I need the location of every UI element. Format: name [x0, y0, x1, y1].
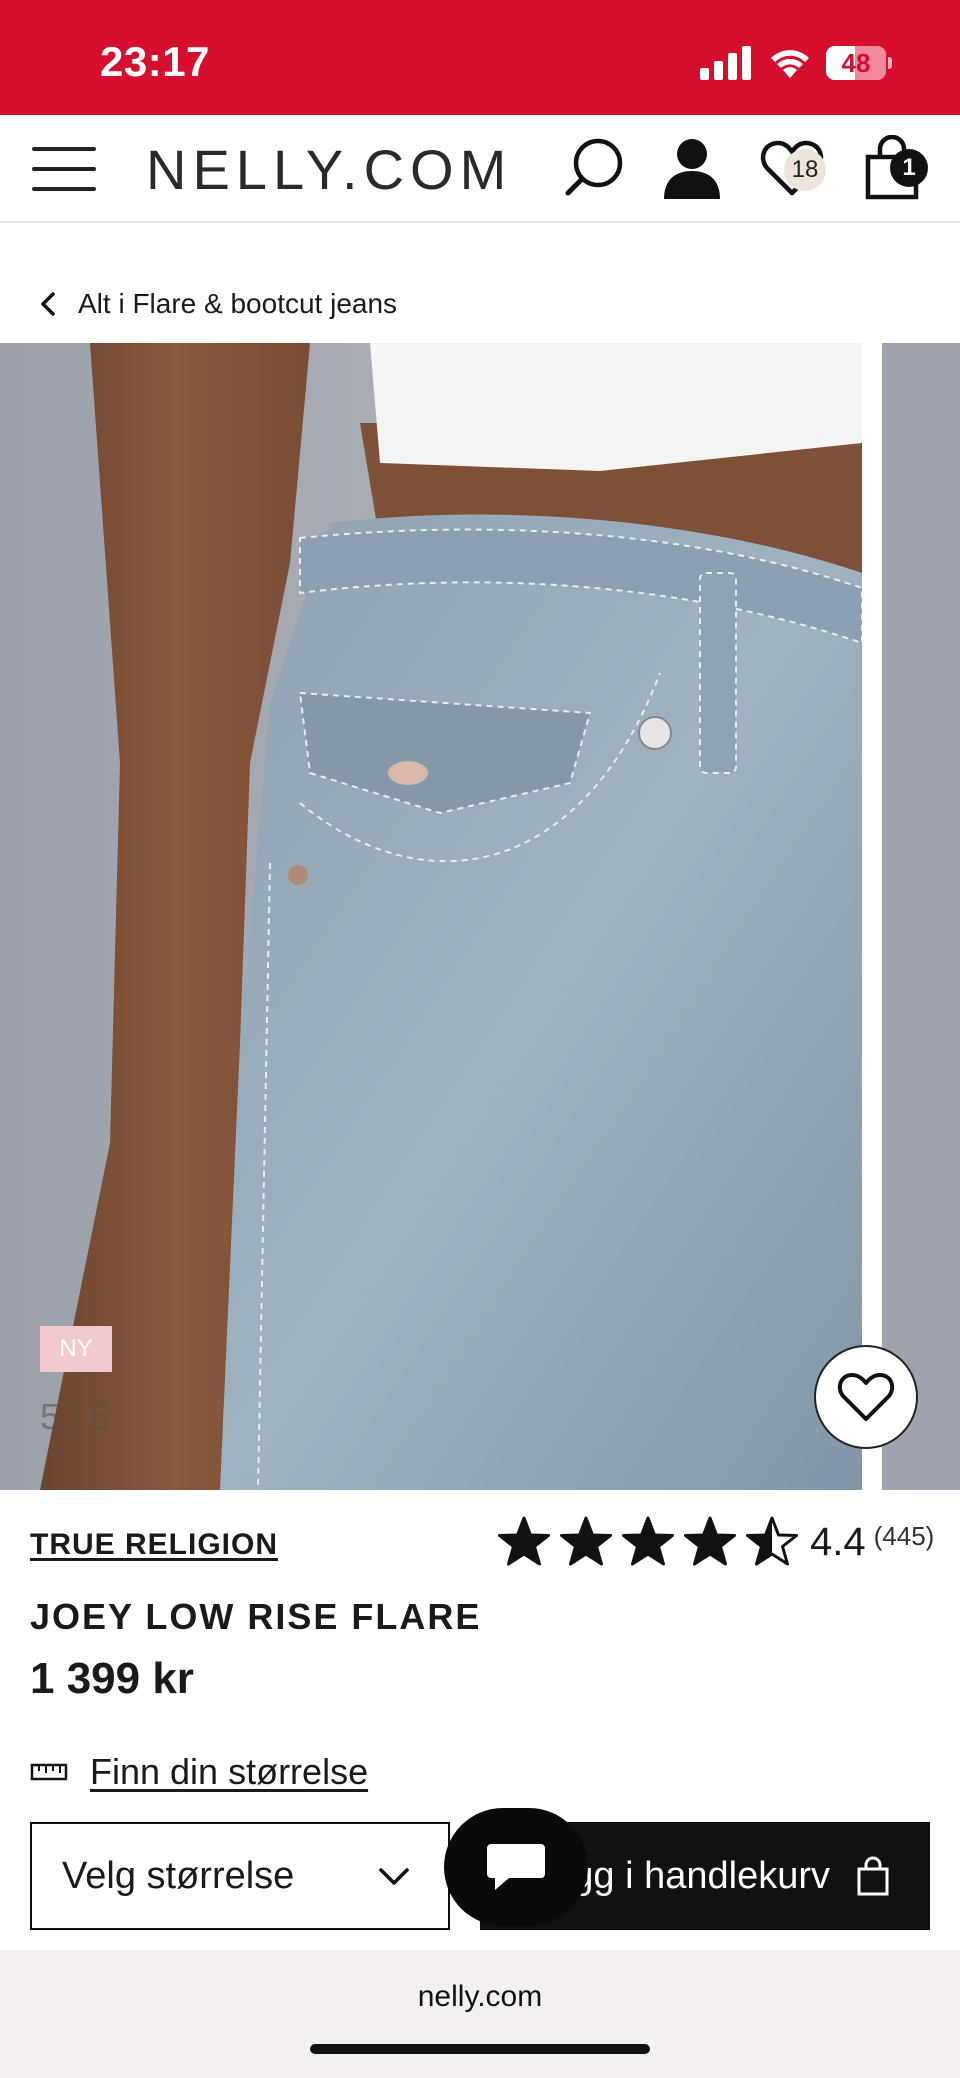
- rating-stars: [496, 1515, 800, 1569]
- star-full-icon: [560, 1516, 612, 1566]
- image-counter: 5 / 6: [40, 1396, 111, 1437]
- product-name: JOEY LOW RISE FLARE: [30, 1596, 482, 1637]
- star-full-icon: [622, 1516, 674, 1566]
- heart-icon: [837, 1373, 895, 1421]
- add-to-wishlist-button[interactable]: [814, 1345, 918, 1449]
- new-badge: NY: [40, 1326, 112, 1372]
- status-time: 23:17: [100, 38, 210, 85]
- rating-value: 4.4: [810, 1519, 866, 1564]
- battery-icon: 48: [826, 46, 892, 80]
- breadcrumb[interactable]: Alt i Flare & bootcut jeans: [38, 284, 397, 324]
- wifi-icon: [771, 50, 809, 78]
- product-photo: [0, 343, 862, 1490]
- status-bar: 23:17 48: [0, 0, 960, 115]
- product-image[interactable]: [0, 343, 862, 1490]
- cellular-signal-icon: [700, 46, 751, 80]
- site-header: NELLY.COM 18 1: [0, 115, 960, 223]
- menu-icon[interactable]: [32, 145, 96, 193]
- chevron-left-icon: [41, 292, 55, 316]
- ruler-icon: [30, 1763, 68, 1781]
- wishlist-count-badge: 18: [784, 149, 826, 191]
- browser-address-bar[interactable]: nelly.com: [0, 1950, 960, 2078]
- rating-count: (445): [873, 1520, 935, 1551]
- size-select[interactable]: Velg størrelse: [30, 1822, 450, 1930]
- browser-url[interactable]: nelly.com: [0, 1980, 960, 2014]
- next-product-image[interactable]: [882, 343, 960, 1490]
- size-select-label: Velg størrelse: [62, 1854, 295, 1897]
- chat-bubble-icon: [487, 1844, 545, 1890]
- shopping-bag-icon: [857, 1856, 889, 1896]
- chat-support-button[interactable]: [444, 1808, 588, 1926]
- star-full-icon: [684, 1516, 736, 1566]
- account-icon[interactable]: [660, 135, 724, 201]
- size-guide-label: Finn din størrelse: [90, 1751, 369, 1792]
- chevron-down-icon: [379, 1868, 409, 1885]
- cart-count-badge: 1: [890, 149, 928, 187]
- breadcrumb-label: Alt i Flare & bootcut jeans: [78, 288, 398, 319]
- product-price: 1 399 kr: [30, 1654, 194, 1703]
- product-brand-link[interactable]: TRUE RELIGION: [30, 1528, 278, 1562]
- star-full-icon: [498, 1516, 550, 1566]
- home-indicator[interactable]: [310, 2044, 650, 2054]
- site-logo[interactable]: NELLY.COM: [146, 137, 512, 202]
- star-half-icon: [746, 1516, 798, 1566]
- product-image-gallery[interactable]: NY 5 / 6: [0, 343, 960, 1490]
- product-rating[interactable]: 4.4 (445): [496, 1512, 934, 1572]
- search-icon[interactable]: [562, 135, 626, 201]
- size-guide-link[interactable]: Finn din størrelse: [30, 1748, 368, 1796]
- battery-percent: 48: [841, 48, 871, 78]
